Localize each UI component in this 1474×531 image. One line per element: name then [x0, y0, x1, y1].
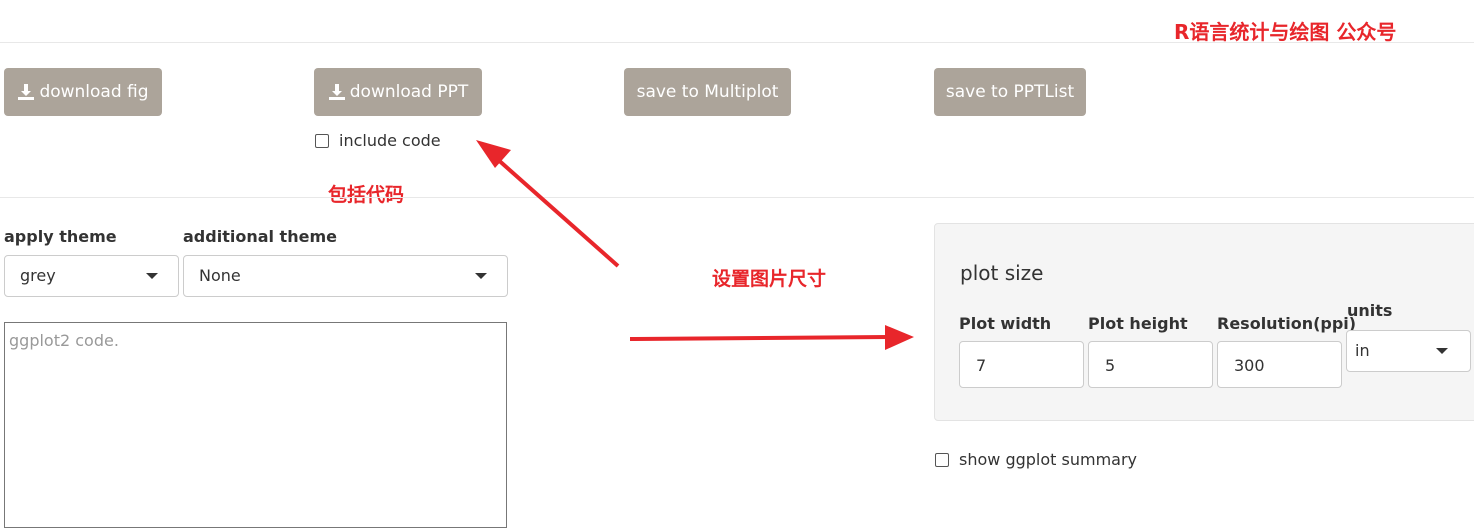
show-ggplot-summary-checkbox[interactable] [935, 453, 949, 467]
resolution-value: 300 [1234, 356, 1265, 375]
chevron-down-icon [1436, 348, 1448, 354]
download-fig-label: download fig [39, 82, 149, 102]
ggplot2-code-textarea[interactable]: ggplot2 code. [4, 322, 507, 528]
units-value: in [1355, 341, 1370, 360]
download-fig-button[interactable]: download fig [4, 68, 162, 116]
download-icon [18, 84, 35, 100]
plot-width-input[interactable]: 7 [959, 341, 1084, 388]
download-ppt-button[interactable]: download PPT [314, 68, 482, 116]
plot-height-label: Plot height [1088, 314, 1188, 333]
top-divider [0, 42, 1474, 43]
code-placeholder: ggplot2 code. [9, 331, 119, 350]
save-to-multiplot-button[interactable]: save to Multiplot [624, 68, 791, 116]
include-code-checkbox[interactable] [315, 134, 329, 148]
chevron-down-icon [146, 273, 158, 279]
save-to-pptlist-button[interactable]: save to PPTList [934, 68, 1086, 116]
plot-size-title: plot size [960, 261, 1044, 285]
apply-theme-value: grey [20, 266, 56, 285]
apply-theme-select[interactable]: grey [4, 255, 179, 297]
download-ppt-label: download PPT [349, 82, 469, 102]
watermark-text: R语言统计与绘图 公众号 [1174, 20, 1397, 44]
plot-height-input[interactable]: 5 [1088, 341, 1213, 388]
units-select[interactable]: in [1346, 330, 1471, 372]
section-divider [0, 197, 1474, 198]
apply-theme-label: apply theme [4, 227, 117, 246]
download-icon [328, 84, 345, 100]
save-to-pptlist-label: save to PPTList [945, 82, 1075, 102]
save-to-multiplot-label: save to Multiplot [636, 82, 779, 102]
plot-size-annotation: 设置图片尺寸 [712, 268, 827, 290]
additional-theme-value: None [199, 266, 241, 285]
include-code-label[interactable]: include code [339, 131, 441, 150]
plot-width-label: Plot width [959, 314, 1052, 333]
chevron-down-icon [475, 273, 487, 279]
show-ggplot-summary-label[interactable]: show ggplot summary [959, 450, 1137, 469]
resolution-input[interactable]: 300 [1217, 341, 1342, 388]
include-code-annotation: 包括代码 [328, 184, 405, 206]
plot-height-value: 5 [1105, 356, 1116, 375]
resolution-label: Resolution(ppi) [1217, 314, 1357, 333]
arrow-to-include-code [476, 140, 620, 268]
additional-theme-label: additional theme [183, 227, 337, 246]
additional-theme-select[interactable]: None [183, 255, 508, 297]
plot-width-value: 7 [976, 356, 987, 375]
units-label: units [1347, 301, 1393, 320]
arrow-to-plot-size [629, 325, 914, 350]
